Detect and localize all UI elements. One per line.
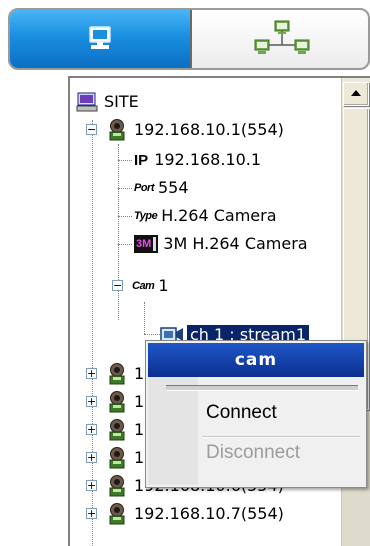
expand-toggle[interactable]: + (86, 452, 97, 463)
model-value: 3M H.264 Camera (163, 234, 308, 253)
camera-device-icon (109, 391, 125, 413)
camera-device-icon (109, 119, 125, 141)
tree-line (118, 160, 132, 161)
expand-toggle[interactable]: + (86, 508, 97, 519)
collapse-toggle[interactable]: − (86, 124, 97, 135)
view-tab-strip (8, 8, 370, 70)
tree-line (144, 302, 145, 334)
expand-toggle[interactable]: + (86, 424, 97, 435)
arrow-up-icon (351, 90, 361, 96)
tree-line (118, 216, 132, 217)
tab-network-view[interactable] (192, 10, 368, 68)
menu-item-connect[interactable]: Connect (206, 402, 277, 424)
computer-icon (89, 26, 111, 49)
model-badge-text: 3M (136, 238, 152, 250)
camera-device-icon (109, 503, 125, 525)
camera-device-icon (109, 363, 125, 385)
expand-toggle[interactable]: + (86, 396, 97, 407)
model-badge-icon: 3M (134, 235, 159, 253)
expand-toggle[interactable]: + (86, 368, 97, 379)
ip-label: IP (134, 151, 149, 169)
type-value: H.264 Camera (161, 206, 277, 225)
tree-prop-port: Port 554 (134, 174, 189, 202)
tree-line (144, 334, 160, 335)
tree-node-label: 192.168.10.1(554) (134, 120, 284, 139)
tab-device-view[interactable] (10, 10, 192, 68)
context-menu: cam Connect Disconnect (145, 340, 367, 488)
camera-device-icon (109, 475, 125, 497)
ip-value: 192.168.10.1 (154, 150, 262, 169)
tree-node-device[interactable]: + 192.168.10.7(554) (86, 500, 284, 528)
tree-prop-ip: IP 192.168.10.1 (134, 146, 261, 174)
tree-line (118, 188, 132, 189)
tree-node-cam[interactable]: − Cam 1 (112, 272, 169, 300)
context-menu-title: cam (148, 343, 364, 377)
tree-node-label: 192.168.10.7(554) (134, 504, 284, 523)
menu-divider (166, 385, 358, 391)
cam-label: Cam (132, 280, 155, 292)
cam-value: 1 (158, 276, 169, 295)
tree-node-device[interactable]: − 192.168.10.1(554) (86, 116, 284, 144)
camera-device-icon (109, 419, 125, 441)
tree-prop-type: Type H.264 Camera (134, 202, 277, 230)
port-value: 554 (158, 178, 189, 197)
menu-separator (202, 436, 360, 438)
tree-line (118, 244, 132, 245)
tree-node-site[interactable]: SITE (76, 88, 139, 116)
camera-device-icon (109, 447, 125, 469)
type-label: Type (134, 210, 158, 222)
collapse-toggle[interactable]: − (112, 280, 123, 291)
network-icon (254, 20, 310, 54)
scroll-up-button[interactable] (343, 82, 369, 106)
menu-item-disconnect[interactable]: Disconnect (206, 442, 300, 464)
tree-prop-model: 3M 3M H.264 Camera (134, 230, 308, 258)
tree-node-label: SITE (104, 92, 139, 111)
port-label: Port (134, 182, 155, 194)
expand-toggle[interactable]: + (86, 480, 97, 491)
computer-icon (76, 92, 98, 112)
